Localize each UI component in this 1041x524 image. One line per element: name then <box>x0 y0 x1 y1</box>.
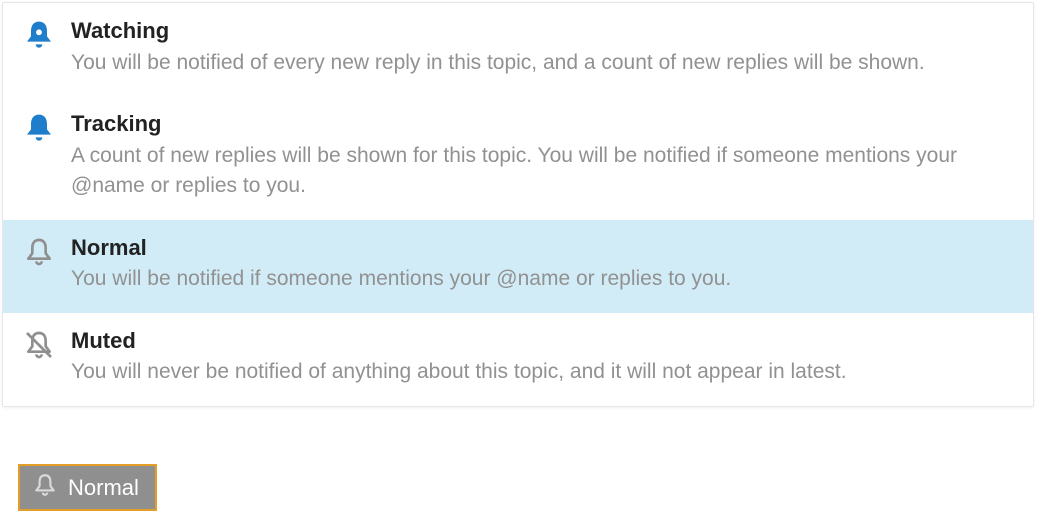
notification-level-button[interactable]: Normal <box>18 464 157 511</box>
option-title: Muted <box>71 327 1013 356</box>
normal-icon <box>32 472 68 503</box>
option-muted[interactable]: Muted You will never be notified of anyt… <box>3 313 1033 406</box>
option-watching[interactable]: Watching You will be notified of every n… <box>3 3 1033 96</box>
option-desc: You will be notified of every new reply … <box>71 48 1013 78</box>
option-desc: You will never be notified of anything a… <box>71 357 1013 387</box>
option-title: Watching <box>71 17 1013 46</box>
muted-icon <box>23 327 71 361</box>
option-title: Tracking <box>71 110 1013 139</box>
option-desc: You will be notified if someone mentions… <box>71 264 1013 294</box>
option-desc: A count of new replies will be shown for… <box>71 141 1013 202</box>
notification-level-dropdown: Watching You will be notified of every n… <box>2 2 1034 407</box>
tracking-icon <box>23 110 71 144</box>
notification-level-label: Normal <box>68 475 139 501</box>
option-tracking[interactable]: Tracking A count of new replies will be … <box>3 96 1033 219</box>
normal-icon <box>23 234 71 268</box>
watching-icon <box>23 17 71 51</box>
option-title: Normal <box>71 234 1013 263</box>
option-normal[interactable]: Normal You will be notified if someone m… <box>3 220 1033 313</box>
